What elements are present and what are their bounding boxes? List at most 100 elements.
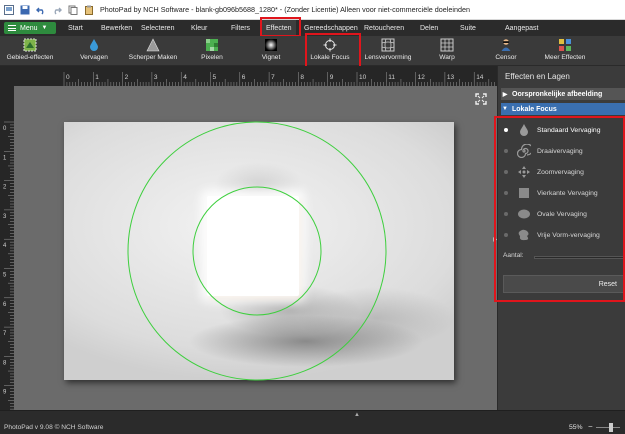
- option-ovale-vervaging[interactable]: Ovale Vervaging: [504, 206, 587, 222]
- square-icon: [517, 186, 531, 200]
- tool-censor[interactable]: Censor: [492, 36, 520, 66]
- tab-retoucheren[interactable]: Retoucheren: [364, 20, 404, 36]
- zoom-slider-thumb[interactable]: [609, 423, 613, 432]
- option-vrije-vorm-vervaging[interactable]: Vrije Vorm-vervaging: [504, 227, 600, 243]
- outer-focus-ring[interactable]: [127, 121, 387, 381]
- censor-person-icon: [499, 38, 513, 52]
- ruler-top-label: 11: [388, 74, 395, 81]
- option-zoomvervaging[interactable]: Zoomvervaging: [504, 164, 584, 180]
- section-lokale-focus[interactable]: ▼ Lokale Focus: [501, 103, 625, 115]
- ruler-top-label: 8: [300, 74, 304, 81]
- focus-overlay: [127, 121, 387, 381]
- tool-vignet[interactable]: Vignet: [258, 36, 284, 66]
- ruler-left-label: 0: [3, 126, 7, 132]
- radio-dot[interactable]: [504, 170, 508, 174]
- paste-icon[interactable]: [84, 5, 94, 15]
- lens-grid-icon: [381, 38, 395, 52]
- option-draaivervaging[interactable]: Draaivervaging: [504, 143, 583, 159]
- option-label: Vierkante Vervaging: [537, 189, 598, 197]
- pixelate-icon: [205, 38, 219, 52]
- option-vierkante-vervaging[interactable]: Vierkante Vervaging: [504, 185, 598, 201]
- tool-vervagen[interactable]: Vervagen: [76, 36, 112, 66]
- canvas-area[interactable]: [14, 86, 497, 410]
- ruler-left-label: 5: [3, 273, 7, 279]
- ruler-top-label: 10: [359, 74, 367, 81]
- tool-lensvervorming[interactable]: Lensvervorming: [364, 36, 412, 66]
- version-text: PhotoPad v 9.08 © NCH Software: [4, 424, 104, 431]
- app-icon: [4, 4, 14, 15]
- radio-dot[interactable]: [504, 149, 508, 153]
- tool-lensvervorming-label: Lensvervorming: [364, 54, 412, 61]
- copy-icon[interactable]: [68, 5, 78, 15]
- radio-dot[interactable]: [504, 191, 508, 195]
- sharpen-triangle-icon: [146, 38, 160, 52]
- reset-button[interactable]: Reset: [503, 275, 625, 293]
- tool-warp[interactable]: Warp: [434, 36, 460, 66]
- more-effects-icon: [558, 38, 572, 52]
- tool-vervagen-label: Vervagen: [80, 54, 108, 61]
- oval-icon: [517, 207, 531, 221]
- ruler-top-label: 3: [154, 74, 158, 81]
- warp-grid-icon: [440, 38, 454, 52]
- tool-censor-label: Censor: [495, 54, 517, 61]
- tab-filters[interactable]: Filters: [231, 20, 250, 36]
- undo-icon[interactable]: [36, 5, 46, 15]
- fit-to-screen-icon[interactable]: [475, 93, 487, 105]
- inner-focus-ring[interactable]: [192, 186, 322, 316]
- tool-vignet-label: Vignet: [261, 54, 281, 61]
- section-lokale-focus-label: Lokale Focus: [512, 105, 557, 113]
- section-oorspronkelijke-label: Oorspronkelijke afbeelding: [512, 90, 603, 98]
- blur-drop-icon: [87, 38, 101, 52]
- reset-button-label: Reset: [598, 280, 617, 288]
- ruler-left-label: 1: [3, 155, 7, 161]
- ruler-top-label: 7: [271, 74, 275, 81]
- tab-gereedschappen[interactable]: Gereedschappen: [304, 20, 358, 36]
- ruler-top-label: 13: [447, 74, 455, 81]
- drop-icon: [517, 123, 531, 137]
- option-label: Standaard Vervaging: [537, 126, 601, 134]
- tool-warp-label: Warp: [439, 54, 455, 61]
- zoom-slider-track[interactable]: [596, 427, 620, 428]
- tool-pixelen-label: Pixelen: [201, 54, 223, 61]
- ruler-left-label: 4: [3, 243, 7, 249]
- tab-bewerken[interactable]: Bewerken: [101, 20, 132, 36]
- option-label: Draaivervaging: [537, 147, 583, 155]
- main-menu-button[interactable]: Menu ▼: [4, 22, 56, 34]
- option-standaard-vervaging[interactable]: Standaard Vervaging: [504, 122, 601, 138]
- tab-start[interactable]: Start: [68, 20, 83, 36]
- menu-bar: Menu ▼ Start Bewerken Selecteren Kleur F…: [0, 20, 625, 36]
- ruler-top-label: 6: [242, 74, 246, 81]
- toolbar: Gebied-effecten Vervagen Scherper Maken …: [0, 36, 625, 66]
- ruler-top-label: 5: [213, 74, 217, 81]
- redo-icon[interactable]: [52, 5, 62, 15]
- effects-layers-panel: Effecten en Lagen ▶ Oorspronkelijke afbe…: [497, 66, 625, 410]
- tool-meer-effecten[interactable]: Meer Effecten: [540, 36, 590, 66]
- ruler-top: 0 1 2 3 4 5 6 7 8 9 10 11 12 13 14: [0, 66, 497, 86]
- tool-scherper-maken-label: Scherper Maken: [128, 54, 178, 61]
- radio-dot[interactable]: [504, 212, 508, 216]
- tab-selecteren[interactable]: Selecteren: [141, 20, 174, 36]
- ruler-left-label: 9: [3, 390, 7, 396]
- tool-lokale-focus-label: Lokale Focus: [310, 54, 350, 61]
- tab-suite[interactable]: Suite: [460, 20, 476, 36]
- ruler-top-label: 4: [183, 74, 187, 81]
- section-oorspronkelijke-afbeelding[interactable]: ▶ Oorspronkelijke afbeelding: [501, 88, 625, 100]
- tool-lokale-focus[interactable]: Lokale Focus: [308, 36, 352, 66]
- tab-aangepast[interactable]: Aangepast: [505, 20, 538, 36]
- tab-kleur[interactable]: Kleur: [191, 20, 207, 36]
- zoom-arrows-icon: [517, 165, 531, 179]
- amount-slider[interactable]: [534, 256, 625, 259]
- radio-dot[interactable]: [504, 233, 508, 237]
- zoom-out-icon[interactable]: −: [588, 422, 593, 431]
- tool-scherper-maken[interactable]: Scherper Maken: [126, 36, 180, 66]
- tab-delen[interactable]: Delen: [420, 20, 438, 36]
- tool-pixelen[interactable]: Pixelen: [198, 36, 226, 66]
- title-bar: PhotoPad by NCH Software - blank-gb096b5…: [0, 0, 625, 20]
- tool-gebied-effecten[interactable]: Gebied-effecten: [4, 36, 56, 66]
- radio-dot[interactable]: [504, 128, 508, 132]
- option-label: Vrije Vorm-vervaging: [537, 231, 600, 239]
- save-icon[interactable]: [20, 5, 30, 15]
- ruler-left-label: 7: [3, 331, 7, 337]
- tab-effecten[interactable]: Effecten: [262, 20, 296, 36]
- scroll-up-icon[interactable]: ▲: [354, 412, 360, 418]
